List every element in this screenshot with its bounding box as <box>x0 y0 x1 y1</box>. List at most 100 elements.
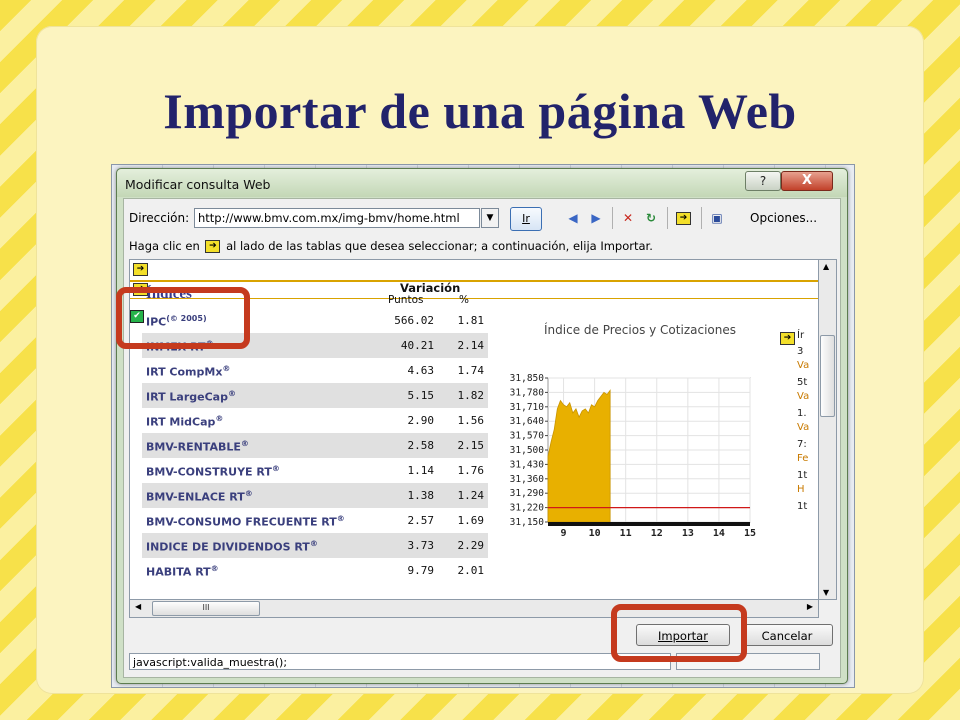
toolbar-separator <box>667 207 668 229</box>
table-row: BMV-ENLACE RT® 1.38 1.24 <box>142 483 488 508</box>
table-row: IRT LargeCap® 5.15 1.82 <box>142 383 488 408</box>
options-button[interactable]: Opciones... <box>750 211 817 225</box>
index-mark: ® <box>240 439 249 448</box>
refresh-icon[interactable]: ↻ <box>642 209 660 227</box>
ipc-chart: 31,850 31,780 31,710 31,640 31,570 31,500 31,4… <box>510 373 756 539</box>
status-bar: javascript:valida_muestra(); <box>129 653 671 670</box>
table-row: IRT CompMx® 4.63 1.74 <box>142 358 488 383</box>
points-value: 3.73 <box>407 539 435 552</box>
y-tick-label: 31,500 <box>510 445 545 456</box>
index-mark: ® <box>215 414 224 423</box>
table-row: INDICE DE DIVIDENDOS RT® 3.73 2.29 <box>142 533 488 558</box>
gold-divider <box>130 280 818 282</box>
select-arrow-icon: ➔ <box>205 240 221 253</box>
table-row: HABITA RT® 9.79 2.01 <box>142 558 488 583</box>
x-tick-label: 10 <box>589 528 601 539</box>
y-tick-label: 31,220 <box>510 503 545 514</box>
stop-icon[interactable]: ✕ <box>619 209 637 227</box>
index-mark: ® <box>244 489 253 498</box>
select-arrow-icon: ➔ <box>676 212 691 225</box>
cancel-button[interactable]: Cancelar <box>741 624 833 646</box>
right-cell: 1. <box>797 408 807 419</box>
percent-heading: % <box>459 294 469 306</box>
vertical-scrollbar[interactable]: ▲ ▼ <box>818 259 837 600</box>
slide-title: Importar de una página Web <box>163 83 797 139</box>
percent-value: 2.14 <box>457 339 485 352</box>
index-mark: ® <box>227 389 236 398</box>
table-select-arrow-icon[interactable]: ➔ <box>780 332 795 345</box>
table-row: IRT MidCap® 2.90 1.56 <box>142 408 488 433</box>
percent-value: 1.82 <box>457 389 485 402</box>
percent-value: 2.15 <box>457 439 485 452</box>
table-row: BMV-CONSTRUYE RT® 1.14 1.76 <box>142 458 488 483</box>
go-button[interactable]: Ir <box>510 207 542 231</box>
highlight-import-button <box>611 604 747 662</box>
hint-before: Haga clic en <box>129 239 200 253</box>
address-dropdown[interactable]: ▼ <box>481 208 499 228</box>
y-tick-label: 31,850 <box>510 373 545 384</box>
points-value: 2.90 <box>407 414 435 427</box>
close-button[interactable]: X <box>781 171 833 191</box>
right-cell: Va <box>797 422 810 433</box>
y-tick-label: 31,780 <box>510 387 545 398</box>
points-value: 5.15 <box>407 389 435 402</box>
index-name: HABITA RT <box>146 565 211 579</box>
toolbar-separator <box>701 207 702 229</box>
index-name: INDICE DE DIVIDENDOS RT <box>146 540 310 554</box>
percent-value: 2.29 <box>457 539 485 552</box>
x-tick-label: 14 <box>713 528 725 539</box>
vertical-scroll-thumb[interactable] <box>820 335 835 417</box>
points-value: 1.14 <box>407 464 435 477</box>
points-value: 2.58 <box>407 439 435 452</box>
table-row: BMV-CONSUMO FRECUENTE RT® 2.57 1.69 <box>142 508 488 533</box>
points-value: 566.02 <box>394 314 434 327</box>
right-cell: Ír <box>797 330 805 341</box>
back-icon[interactable]: ◀ <box>564 209 582 227</box>
points-value: 4.63 <box>407 364 435 377</box>
forward-icon[interactable]: ▶ <box>587 209 605 227</box>
index-mark: ® <box>309 539 318 548</box>
right-cell: Fe <box>797 453 809 464</box>
x-tick-label: 15 <box>744 528 756 539</box>
right-cell: 3 <box>797 346 804 357</box>
percent-value: 1.74 <box>457 364 485 377</box>
address-input[interactable] <box>194 208 480 228</box>
y-tick-label: 31,570 <box>510 431 545 442</box>
toolbar-separator <box>612 207 613 229</box>
right-cell: 7: <box>797 439 807 450</box>
y-tick-label: 31,360 <box>510 474 545 485</box>
horizontal-scroll-thumb[interactable]: III <box>152 601 260 616</box>
index-name: IRT CompMx <box>146 365 223 379</box>
index-name: IRT LargeCap <box>146 390 228 404</box>
index-mark: ® <box>271 464 280 473</box>
scroll-up-icon[interactable]: ▲ <box>823 262 829 271</box>
save-query-icon[interactable]: ▣ <box>708 209 726 227</box>
x-tick-label: 12 <box>651 528 663 539</box>
dialog-titlebar[interactable]: Modificar consulta Web ? X <box>117 169 847 197</box>
percent-value: 1.69 <box>457 514 485 527</box>
index-name: BMV-CONSUMO FRECUENTE RT <box>146 515 337 529</box>
scroll-right-icon[interactable]: ▶ <box>807 602 813 611</box>
y-tick-label: 31,430 <box>510 459 545 470</box>
table-select-arrow-icon[interactable]: ➔ <box>133 263 148 276</box>
right-cell: 1t <box>797 470 808 481</box>
percent-value: 2.01 <box>457 564 485 577</box>
x-tick-label: 11 <box>620 528 632 539</box>
index-mark: ® <box>336 514 345 523</box>
y-tick-label: 31,150 <box>510 517 545 528</box>
right-cell: H <box>797 484 805 495</box>
scroll-down-icon[interactable]: ▼ <box>823 588 829 597</box>
hint-after: al lado de las tablas que desea seleccio… <box>226 239 653 253</box>
scroll-left-icon[interactable]: ◀ <box>135 602 141 611</box>
instruction-text: Haga clic en ➔ al lado de las tablas que… <box>129 239 653 253</box>
y-tick-label: 31,290 <box>510 488 545 499</box>
y-tick-label: 31,710 <box>510 402 545 413</box>
help-button[interactable]: ? <box>745 171 781 191</box>
points-value: 40.21 <box>400 339 434 352</box>
x-tick-label: 9 <box>561 528 567 539</box>
points-value: 1.38 <box>407 489 435 502</box>
percent-value: 1.76 <box>457 464 485 477</box>
screenshot-frame: Modificar consulta Web ? X Dirección: ▼ … <box>112 165 854 687</box>
hide-icons-icon[interactable]: ➔ <box>674 209 692 227</box>
index-name: BMV-CONSTRUYE RT <box>146 465 272 479</box>
